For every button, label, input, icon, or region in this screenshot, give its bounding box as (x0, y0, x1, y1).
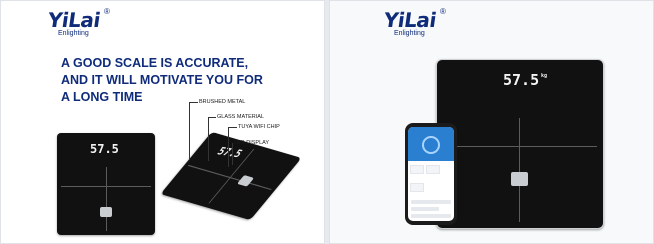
app-screen (408, 127, 454, 221)
scale-angled-view: 57.5 (160, 131, 302, 221)
scale-front-view: 57.5 (57, 133, 155, 235)
logo-wordmark: YiLai (46, 8, 102, 32)
product-image-left: YiLai ® Enlighting A GOOD SCALE IS ACCUR… (0, 0, 325, 244)
feature-tuya-wifi-chip: TUYA WIFI CHIP (238, 124, 280, 130)
scale-large-view: 57.5 kg (436, 59, 604, 229)
scale-display: 57.5 (90, 142, 119, 156)
sensor-pad (236, 175, 255, 187)
headline-line-2: AND IT WILL MOTIVATE YOU FOR (61, 73, 263, 87)
callout-line (232, 143, 233, 165)
electrode-line (106, 167, 107, 231)
sensor-pad (100, 207, 112, 217)
headline-line-3: A LONG TIME (61, 90, 143, 104)
feature-led-display: LED DISPLAY (234, 140, 270, 146)
stat-card (410, 183, 424, 192)
stat-card (410, 165, 424, 174)
app-stats (408, 161, 454, 197)
weight-ring-icon (422, 136, 440, 154)
logo-wordmark: YiLai (382, 8, 438, 32)
registered-mark: ® (440, 7, 446, 16)
stat-card (426, 165, 440, 174)
callout-line (228, 127, 229, 167)
electrode-line (519, 118, 520, 222)
callout-line (189, 102, 198, 103)
scale-display: 57.5 (503, 71, 540, 89)
smartphone-app (405, 123, 457, 225)
registered-mark: ® (104, 7, 110, 16)
callout-line (189, 102, 190, 160)
callout-line (228, 127, 237, 128)
callout-line (208, 117, 216, 118)
callout-line (208, 117, 209, 161)
app-list-row (411, 214, 451, 218)
scale-display: 57.5 (214, 146, 245, 161)
electrode-line (443, 146, 597, 147)
feature-brushed-metal: BRUSHED METAL (199, 99, 246, 105)
headline: A GOOD SCALE IS ACCURATE, AND IT WILL MO… (61, 55, 291, 106)
brand-logo: YiLai ® Enlighting (46, 7, 110, 37)
scale-unit: kg (541, 73, 548, 79)
app-list-row (411, 207, 439, 211)
app-list-row (411, 200, 451, 204)
brand-logo: YiLai ® Enlighting (382, 7, 446, 37)
sensor-pad (511, 172, 528, 186)
app-header (408, 127, 454, 161)
feature-glass-material: GLASS MATERIAL (217, 114, 264, 120)
headline-line-1: A GOOD SCALE IS ACCURATE, (61, 56, 249, 70)
